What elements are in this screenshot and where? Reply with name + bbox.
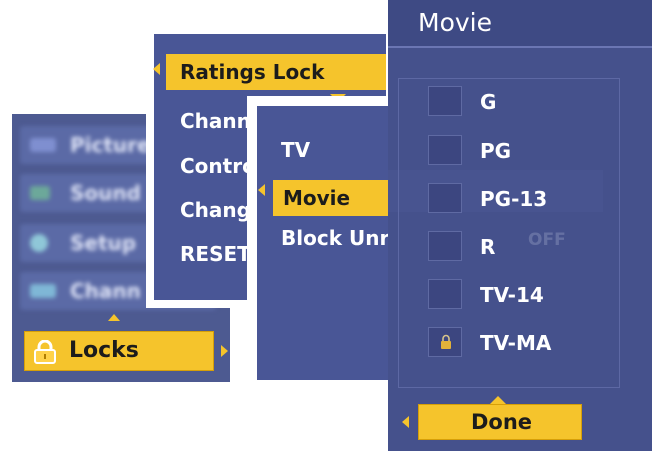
rating-label-r: R <box>480 235 496 259</box>
scroll-up-arrow-icon <box>490 396 506 404</box>
rating-label-g: G <box>480 90 497 114</box>
done-button[interactable]: Done <box>418 404 582 440</box>
ratings-lock-item[interactable]: Ratings Lock <box>166 54 386 90</box>
type-item-movie[interactable]: Movie <box>273 180 397 216</box>
rating-label-tv14: TV-14 <box>480 283 544 307</box>
chevron-left-icon <box>258 184 265 196</box>
chevron-left-icon <box>402 416 409 428</box>
rating-checkbox-tv14[interactable] <box>428 279 462 309</box>
block-unrated-item[interactable]: Block Unr <box>281 226 389 250</box>
main-menu-item-locks[interactable]: Locks <box>24 331 228 371</box>
rating-checkbox-g[interactable] <box>428 86 462 116</box>
rating-checkbox-tvma[interactable] <box>428 327 462 357</box>
speaker-icon <box>30 186 50 200</box>
panel-title: Movie <box>418 8 492 37</box>
ratings-type-panel: TV Movie Block Unr <box>247 96 397 386</box>
scroll-up-arrow-icon <box>108 314 120 321</box>
main-menu-item-label: Setup <box>70 231 137 255</box>
lock-icon <box>32 339 58 364</box>
rating-checkbox-pg13[interactable] <box>428 183 462 213</box>
gear-icon <box>30 234 48 252</box>
chevron-left-icon <box>153 63 160 75</box>
main-menu-item-label: Picture <box>70 133 151 157</box>
rating-checkbox-pg[interactable] <box>428 135 462 165</box>
channel-icon <box>30 284 56 298</box>
ratings-lock-label: Ratings Lock <box>180 60 325 84</box>
locks-item-change[interactable]: Chang <box>180 198 251 222</box>
rating-label-pg: PG <box>480 139 512 163</box>
movie-ratings-panel: Movie OFF G PG PG-13 R TV-14 TV-MA Done <box>388 0 652 451</box>
locks-label: Locks <box>69 338 139 363</box>
main-menu-item-label: Sound <box>70 181 141 205</box>
main-menu-item-label: Chann <box>70 279 141 303</box>
locks-item-reset[interactable]: RESET <box>180 242 251 266</box>
rating-checkbox-r[interactable] <box>428 231 462 261</box>
lock-icon <box>439 334 453 350</box>
title-bar: Movie <box>388 0 652 46</box>
rating-label-tvma: TV-MA <box>480 331 552 355</box>
title-underline <box>388 46 652 48</box>
locks-item-control[interactable]: Contro <box>180 154 256 178</box>
done-label: Done <box>471 410 533 434</box>
ratings-type-body: TV Movie Block Unr <box>257 106 397 380</box>
locks-item-channel[interactable]: Chann <box>180 109 251 133</box>
rating-label-pg13: PG-13 <box>480 187 548 211</box>
picture-icon <box>30 138 56 152</box>
movie-label: Movie <box>283 186 351 210</box>
chevron-right-icon <box>221 345 228 357</box>
type-item-tv[interactable]: TV <box>281 138 310 162</box>
